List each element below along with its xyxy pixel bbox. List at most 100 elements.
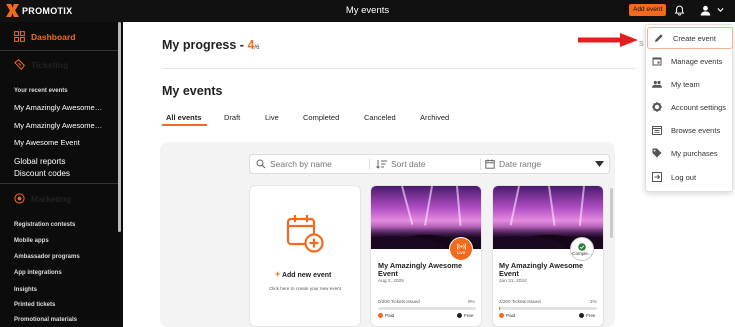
top-bar: PROMOTIX My events Add event	[0, 0, 735, 22]
sidebar-item-promotional-materials[interactable]: Promotional materials	[14, 317, 77, 323]
date-range-select[interactable]: Date range	[485, 155, 607, 173]
progress-total: /6	[254, 45, 260, 51]
sidebar-item-mobile-apps[interactable]: Mobile apps	[14, 238, 49, 244]
sidebar-scrollbar[interactable]	[118, 22, 121, 232]
legend-label: Free	[586, 313, 596, 318]
sidebar-recent-event[interactable]: My Awesome Event	[14, 138, 114, 147]
sidebar-item-ticketing[interactable]: Ticketing	[14, 59, 68, 70]
menu-item-log-out[interactable]: Log out	[646, 166, 734, 188]
legend-free: Free	[579, 313, 595, 318]
tickets-issued: 2/200 Tickets issued	[499, 299, 541, 304]
sidebar-item-label: Dashboard	[31, 31, 76, 42]
calendar-list-icon	[652, 126, 662, 135]
cards-scrollbar[interactable]	[610, 188, 613, 238]
tag-icon	[652, 148, 662, 158]
tab-canceled[interactable]: Canceled	[364, 113, 396, 122]
event-date: Aug 2, 2025	[378, 279, 404, 284]
event-title: My Amazingly Awesome Event	[499, 261, 584, 278]
tab-draft[interactable]: Draft	[224, 113, 240, 122]
divider	[369, 158, 370, 170]
legend-free: Free	[457, 313, 473, 318]
divider	[0, 183, 118, 184]
tickets-progress-bar	[499, 307, 597, 310]
check-circle-icon	[578, 242, 586, 251]
add-event-button[interactable]: Add event	[629, 4, 667, 16]
menu-item-label: Create event	[673, 33, 716, 43]
legend-paid: Paid	[499, 313, 515, 318]
divider	[0, 50, 118, 51]
sidebar-item-label: Marketing	[31, 193, 72, 204]
calendar-icon	[652, 57, 662, 66]
progress-label: My progress -	[162, 38, 244, 52]
menu-item-label: Manage events	[671, 56, 723, 66]
search-placeholder: Search by name	[270, 159, 332, 169]
menu-item-account-settings[interactable]: Account settings	[646, 96, 734, 118]
divider	[162, 68, 637, 69]
sort-icon	[376, 160, 387, 169]
add-new-event-label: + Add new event	[275, 269, 332, 279]
broadcast-icon	[456, 243, 466, 250]
dashboard-icon	[14, 31, 25, 42]
ticket-icon	[14, 59, 25, 70]
page-title: My events	[345, 5, 390, 16]
menu-item-label: My team	[671, 79, 700, 89]
sidebar-item-discount-codes[interactable]: Discount codes	[14, 169, 70, 178]
menu-item-manage-events[interactable]: Manage events	[646, 50, 734, 72]
chevron-down-icon[interactable]	[717, 7, 724, 13]
menu-item-browse-events[interactable]: Browse events	[646, 119, 734, 141]
legend-label: Free	[464, 313, 474, 318]
gear-icon	[652, 102, 662, 112]
tickets-percent: 0%	[468, 299, 475, 304]
sidebar-item-label: Ticketing	[31, 59, 69, 70]
event-title: My Amazingly Awesome Event	[378, 261, 463, 278]
sidebar-recent-event[interactable]: My Amazingly Awesome…	[14, 103, 114, 112]
legend-label: Paid	[506, 313, 516, 318]
menu-item-my-team[interactable]: My team	[646, 73, 734, 95]
legend-label: Paid	[385, 313, 395, 318]
sidebar-item-printed-tickets[interactable]: Printed tickets	[14, 302, 55, 308]
status-label: Live	[456, 250, 466, 255]
tickets-percent: 1%	[590, 299, 597, 304]
filter-bar: Search by name Sort date Date range	[249, 154, 610, 174]
search-icon	[256, 159, 266, 169]
logout-icon	[652, 172, 662, 182]
sidebar-item-registration-contests[interactable]: Registration contests	[14, 222, 75, 228]
tab-completed[interactable]: Completed	[303, 113, 339, 122]
sidebar-recent-event[interactable]: My Amazingly Awesome…	[14, 121, 114, 130]
date-range-label: Date range	[499, 159, 542, 169]
sidebar-item-app-integrations[interactable]: App integrations	[14, 270, 62, 276]
pencil-icon	[655, 34, 663, 42]
user-avatar-icon[interactable]	[700, 5, 711, 16]
recent-events-heading: Your recent events	[14, 88, 68, 94]
sidebar-item-marketing[interactable]: Marketing	[14, 193, 71, 204]
tab-live[interactable]: Live	[265, 113, 279, 122]
bell-icon[interactable]	[674, 5, 685, 16]
calendar-add-icon	[286, 215, 324, 253]
menu-item-label: Account settings	[671, 102, 727, 112]
add-new-event-card[interactable]	[249, 185, 361, 327]
sort-label: Sort date	[391, 159, 426, 169]
active-tab-indicator	[162, 124, 207, 126]
search-input[interactable]: Search by name	[256, 155, 368, 173]
sidebar-item-insights[interactable]: Insights	[14, 287, 37, 293]
menu-item-create-event[interactable]: Create event	[647, 27, 733, 49]
tab-all-events[interactable]: All events	[166, 113, 201, 122]
tickets-progress-bar	[378, 307, 476, 310]
calendar-icon	[485, 159, 495, 169]
tab-archived[interactable]: Archived	[420, 113, 449, 122]
sort-date-button[interactable]: Sort date	[376, 155, 476, 173]
people-icon	[652, 80, 662, 88]
sidebar-item-dashboard[interactable]: Dashboard	[14, 31, 75, 42]
event-date: Jan 31, 2024	[499, 279, 527, 284]
progress-heading: My progress - 4/6	[162, 38, 259, 52]
sidebar-item-global-reports[interactable]: Global reports	[14, 157, 65, 166]
marketing-icon	[14, 193, 25, 204]
menu-item-label: Browse events	[671, 125, 721, 135]
sidebar-item-ambassador-programs[interactable]: Ambassador programs	[14, 254, 80, 260]
legend-paid: Paid	[378, 313, 394, 318]
divider	[480, 158, 481, 170]
add-new-event-subtitle: Click here to create your new event	[268, 286, 341, 291]
red-arrow-icon	[578, 33, 638, 47]
menu-item-label: Log out	[671, 172, 697, 182]
menu-item-my-purchases[interactable]: My purchases	[646, 142, 734, 164]
